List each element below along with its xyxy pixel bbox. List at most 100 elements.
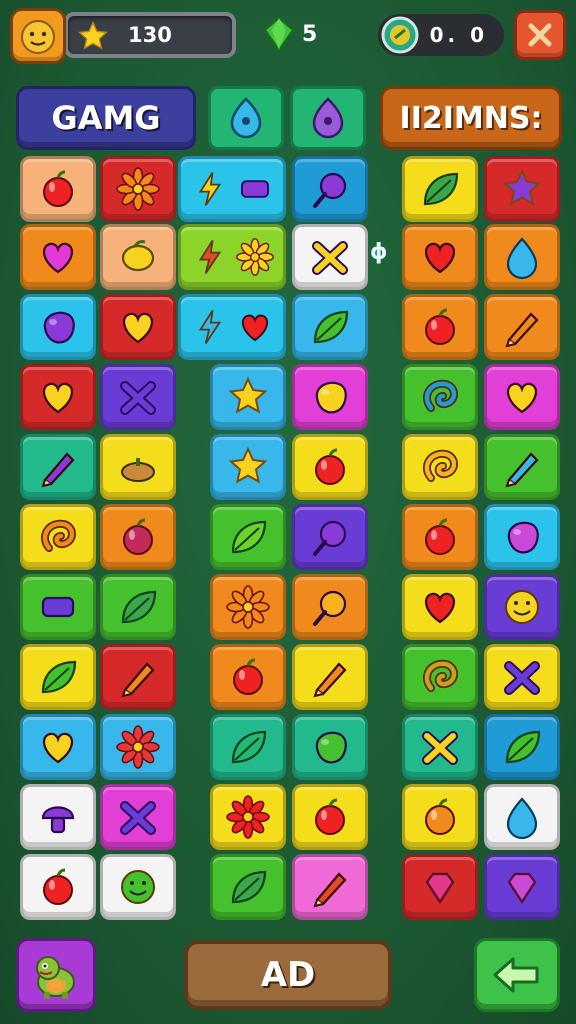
tile-blob[interactable] <box>292 714 368 780</box>
profile-button[interactable] <box>10 8 66 64</box>
tile-star[interactable] <box>484 156 560 222</box>
tile-heart[interactable] <box>20 714 96 780</box>
tile-pencil[interactable] <box>292 644 368 710</box>
cross-icon <box>312 241 348 275</box>
tile-leaf[interactable] <box>20 644 96 710</box>
back-button[interactable] <box>474 938 560 1012</box>
tile-gem[interactable] <box>484 854 560 920</box>
lollipop-icon <box>313 520 347 556</box>
pencil-icon <box>505 452 539 488</box>
tile-leaf[interactable] <box>292 294 368 360</box>
tile-apple[interactable] <box>402 504 478 570</box>
tile-heart[interactable] <box>100 294 176 360</box>
tile-heart[interactable] <box>402 224 478 290</box>
tile-mushroom[interactable] <box>20 784 96 850</box>
pencil-icon <box>313 662 347 698</box>
close-button[interactable] <box>514 10 566 60</box>
tile-cross[interactable] <box>402 714 478 780</box>
leaf-icon <box>231 730 267 764</box>
tile-pencil[interactable] <box>292 854 368 920</box>
tile-cross[interactable] <box>484 644 560 710</box>
tile-leaf[interactable] <box>484 714 560 780</box>
top-slot-2[interactable] <box>290 86 366 150</box>
tile-star[interactable] <box>210 434 286 500</box>
tile-leaf[interactable] <box>402 156 478 222</box>
bolt-icon <box>198 172 221 207</box>
close-icon <box>528 23 552 47</box>
tile-lollipop[interactable] <box>292 504 368 570</box>
tile-drop[interactable] <box>484 784 560 850</box>
tile-swirl[interactable] <box>20 504 96 570</box>
tile-swirl[interactable] <box>402 364 478 430</box>
top-slot-1[interactable] <box>208 86 284 150</box>
tile-apple[interactable] <box>292 434 368 500</box>
tile-apple[interactable] <box>100 504 176 570</box>
star-icon <box>228 376 268 414</box>
pet-button[interactable] <box>16 938 96 1012</box>
tile-apple[interactable] <box>402 784 478 850</box>
star-icon <box>228 446 268 484</box>
coin-icon <box>380 15 420 60</box>
tile-flower[interactable] <box>210 784 286 850</box>
tile-apple[interactable] <box>402 294 478 360</box>
rect-icon <box>240 180 269 198</box>
tile-swirl[interactable] <box>402 434 478 500</box>
ad-button[interactable]: AD <box>184 940 392 1010</box>
right-header: II2IMNS: <box>380 86 562 150</box>
heart-icon <box>424 242 456 274</box>
tile-rect[interactable] <box>20 574 96 640</box>
tile-blob[interactable] <box>20 294 96 360</box>
tile-wide[interactable] <box>178 224 286 290</box>
tile-star[interactable] <box>210 364 286 430</box>
tile-heart[interactable] <box>484 364 560 430</box>
apple-icon <box>425 308 455 345</box>
tile-leaf[interactable] <box>210 504 286 570</box>
tile-heart[interactable] <box>20 224 96 290</box>
tile-wide[interactable] <box>178 156 286 222</box>
tile-pencil[interactable] <box>484 434 560 500</box>
tile-nut[interactable] <box>100 434 176 500</box>
blob-icon <box>315 381 347 414</box>
tile-blob[interactable] <box>484 504 560 570</box>
tile-wide[interactable] <box>178 294 286 360</box>
tile-swirl[interactable] <box>402 644 478 710</box>
tile-lollipop[interactable] <box>292 156 368 222</box>
tile-pencil[interactable] <box>20 434 96 500</box>
tile-apple[interactable] <box>20 854 96 920</box>
tile-apple[interactable] <box>20 156 96 222</box>
nut-icon <box>121 458 155 482</box>
tile-apple[interactable] <box>210 644 286 710</box>
leaf-icon <box>121 590 157 624</box>
tile-leaf[interactable] <box>210 714 286 780</box>
tile-heart[interactable] <box>402 574 478 640</box>
pencil-icon <box>505 312 539 348</box>
tile-pencil[interactable] <box>100 644 176 710</box>
heart-icon <box>506 382 538 414</box>
swirl-icon <box>423 449 458 482</box>
tile-flower[interactable] <box>100 156 176 222</box>
smiley-face-icon <box>21 20 55 54</box>
tile-gem[interactable] <box>402 854 478 920</box>
tile-blob[interactable] <box>292 364 368 430</box>
leaf-icon <box>231 870 267 904</box>
pencil-icon <box>121 662 155 698</box>
green-gem-icon <box>263 16 295 52</box>
tile-cross[interactable] <box>100 784 176 850</box>
tile-drop[interactable] <box>484 224 560 290</box>
tile-smile[interactable] <box>100 854 176 920</box>
tile-flower[interactable] <box>100 714 176 780</box>
tile-apple[interactable] <box>292 784 368 850</box>
tile-flower[interactable] <box>210 574 286 640</box>
tile-leaf[interactable] <box>100 574 176 640</box>
tile-heart[interactable] <box>20 364 96 430</box>
tile-lemon[interactable] <box>100 224 176 290</box>
cross-icon <box>120 381 156 415</box>
pencil-icon <box>313 872 347 908</box>
tile-lollipop[interactable] <box>292 574 368 640</box>
tile-smile[interactable] <box>484 574 560 640</box>
tile-cross[interactable] <box>100 364 176 430</box>
tile-leaf[interactable] <box>210 854 286 920</box>
lollipop-icon <box>313 172 347 208</box>
tile-pencil[interactable] <box>484 294 560 360</box>
tile-cross[interactable] <box>292 224 368 290</box>
